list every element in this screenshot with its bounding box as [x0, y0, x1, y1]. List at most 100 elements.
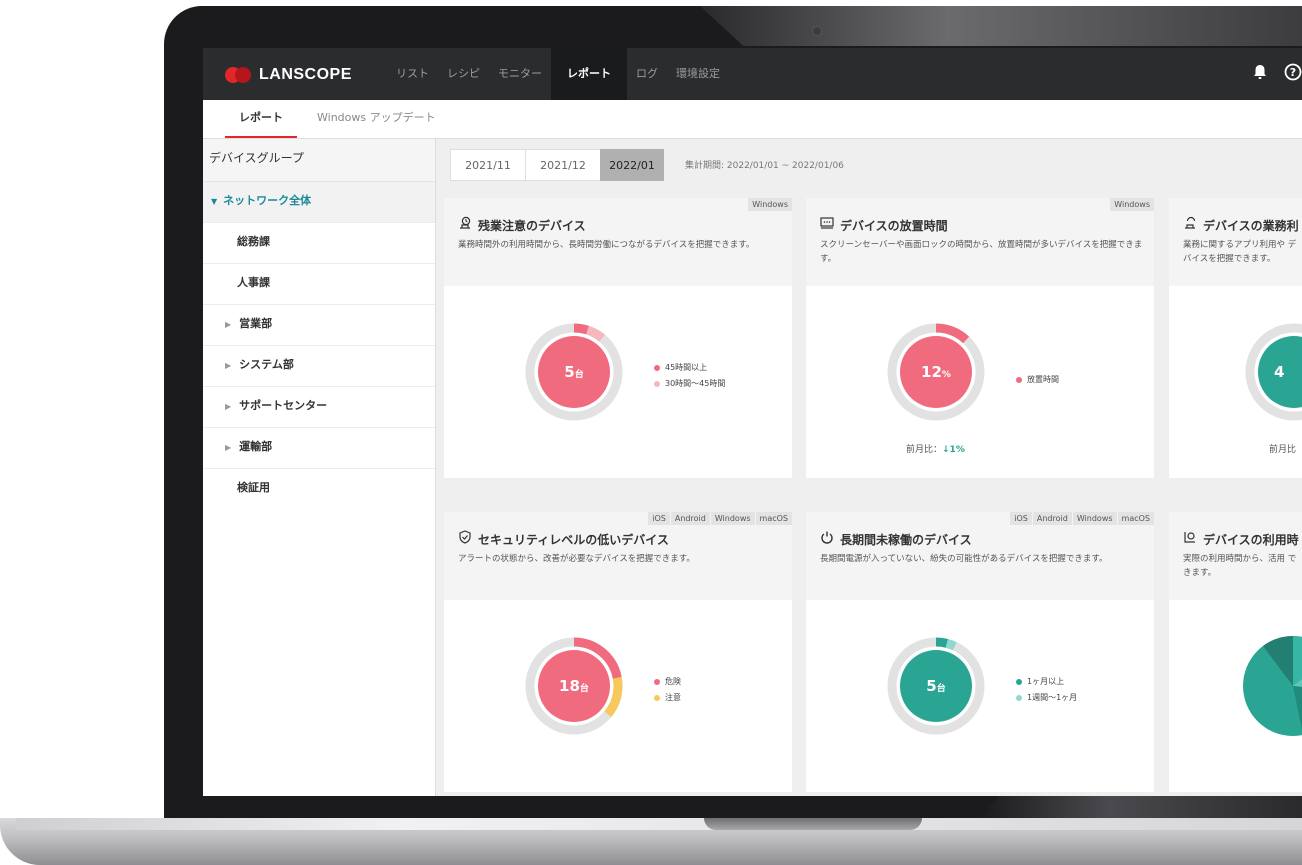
device-group-sidebar: デバイスグループ ▼ ネットワーク全体 総務課 人事課 ▶ 営業部 ▶ システム部 ▶… [203, 139, 436, 796]
sidebar-item-system[interactable]: ▶ システム部 [203, 346, 435, 387]
sidebar-item-transport[interactable]: ▶ 運輸部 [203, 428, 435, 469]
sidebar-item-general-affairs[interactable]: 総務課 [203, 223, 435, 264]
chart-legend: 1ヶ月以上 1週間～1ヶ月 [1016, 674, 1077, 706]
sidebar-item-sales[interactable]: ▶ 営業部 [203, 305, 435, 346]
card-title-text: デバイスの放置時間 [840, 219, 948, 233]
sidebar-item-hr[interactable]: 人事課 [203, 264, 435, 305]
card-usage-time[interactable]: デバイスの利用時 実際の利用時間から、活用 できます。 [1169, 512, 1302, 792]
compare-value: ↓1% [942, 445, 965, 455]
legend-label: 放置時間 [1027, 375, 1059, 384]
center-unit: 台 [574, 370, 584, 380]
os-tag: iOS [648, 512, 670, 525]
tab-windows-update[interactable]: Windows アップデート [317, 100, 436, 138]
period-2021-11[interactable]: 2021/11 [450, 149, 526, 181]
card-title: セキュリティレベルの低いデバイス [458, 530, 669, 548]
main-nav: リスト レシピ モニター レポート ログ 環境設定 [387, 48, 729, 100]
card-description: 長期間電源が入っていない、紛失の可能性があるデバイスを把握できます。 [820, 554, 1108, 564]
caret-right-icon[interactable]: ▶ [225, 402, 231, 411]
card-header: iOS Android Windows macOS セキュリティレベルの低いデバ… [444, 512, 792, 600]
os-tag: macOS [1117, 512, 1154, 525]
legend-item: 注意 [654, 690, 681, 706]
os-tags: Windows [1110, 198, 1154, 211]
legend-label: 注意 [665, 693, 681, 702]
card-business-usage[interactable]: デバイスの業務利 業務に関するアプリ利用や デバイスを把握できます。 4 前月比 [1169, 198, 1302, 478]
center-unit: % [941, 370, 951, 380]
overtime-clock-icon [458, 216, 474, 233]
card-long-inactive[interactable]: iOS Android Windows macOS 長期間未稼働のデバイス 長期… [806, 512, 1154, 792]
nav-item-settings[interactable]: 環境設定 [667, 48, 729, 100]
card-header: Windows デバイスの放置時間 スクリーンセーバーや画面ロックの時間から、放… [806, 198, 1154, 286]
card-low-security[interactable]: iOS Android Windows macOS セキュリティレベルの低いデバ… [444, 512, 792, 792]
nav-item-list[interactable]: リスト [387, 48, 438, 100]
period-2021-12[interactable]: 2021/12 [525, 149, 601, 181]
laptop-notch [704, 818, 922, 830]
card-header: iOS Android Windows macOS 長期間未稼働のデバイス 長期… [806, 512, 1154, 600]
brand-logo[interactable]: LANSCOPE [225, 66, 352, 84]
card-header: デバイスの利用時 実際の利用時間から、活用 できます。 [1169, 512, 1302, 600]
card-overtime[interactable]: Windows 残業注意のデバイス 業務時間外の利用時間から、長時間労働につなが… [444, 198, 792, 478]
card-description: 業務時間外の利用時間から、長時間労働につながるデバイスを把握できます。 [458, 240, 755, 250]
period-2022-01[interactable]: 2022/01 [600, 149, 664, 181]
card-idle-time[interactable]: Windows デバイスの放置時間 スクリーンセーバーや画面ロックの時間から、放… [806, 198, 1154, 478]
donut-chart[interactable]: 18台 [524, 636, 624, 736]
legend-label: 30時間～45時間 [665, 379, 726, 388]
os-tag: Windows [1072, 512, 1117, 525]
nav-item-report[interactable]: レポート [551, 48, 627, 100]
card-description: 実際の利用時間から、活用 できます。 [1183, 554, 1297, 578]
center-unit: 台 [579, 684, 589, 694]
donut-chart[interactable]: 5台 [886, 636, 986, 736]
donut-chart[interactable]: 4 [1244, 322, 1302, 422]
center-number: 4 [1274, 363, 1285, 381]
sidebar-item-label: 営業部 [239, 317, 273, 330]
header-icons: ? [1252, 63, 1302, 85]
center-unit: 台 [936, 684, 946, 694]
nav-item-recipe[interactable]: レシピ [438, 48, 489, 100]
sidebar-item-root[interactable]: ▼ ネットワーク全体 [203, 182, 435, 223]
os-tag: Android [670, 512, 710, 525]
caret-right-icon[interactable]: ▶ [225, 361, 231, 370]
donut-center-value: 5台 [524, 322, 624, 422]
card-title: デバイスの利用時 [1183, 530, 1299, 548]
caret-right-icon[interactable]: ▶ [225, 443, 231, 452]
shield-check-icon [458, 530, 474, 547]
sidebar-item-support[interactable]: ▶ サポートセンター [203, 387, 435, 428]
legend-item: 30時間～45時間 [654, 376, 725, 392]
svg-text:?: ? [1290, 66, 1296, 79]
pie-slice [1293, 636, 1302, 686]
help-icon[interactable]: ? [1284, 63, 1302, 85]
nav-item-log[interactable]: ログ [627, 48, 667, 100]
card-title: 長期間未稼働のデバイス [820, 530, 972, 548]
business-usage-icon [1183, 216, 1199, 233]
donut-center-value: 18台 [524, 636, 624, 736]
brand-name: LANSCOPE [259, 66, 352, 83]
legend-item: 45時間以上 [654, 360, 725, 376]
card-description: スクリーンセーバーや画面ロックの時間から、放置時間が多いデバイスを把握できます。 [820, 240, 1143, 264]
card-title-text: デバイスの利用時 [1203, 533, 1299, 547]
donut-chart[interactable]: 12% [886, 322, 986, 422]
caret-right-icon[interactable]: ▶ [225, 320, 231, 329]
center-number: 18 [559, 677, 580, 695]
pie-chart[interactable] [1243, 636, 1302, 736]
os-tag: Windows [748, 198, 792, 211]
center-number: 5 [564, 363, 575, 381]
card-header: デバイスの業務利 業務に関するアプリ利用や デバイスを把握できます。 [1169, 198, 1302, 286]
caret-down-icon: ▼ [211, 197, 218, 206]
legend-dot [654, 678, 660, 685]
legend-dot [1016, 376, 1022, 383]
legend-label: 45時間以上 [665, 363, 708, 372]
card-title: 残業注意のデバイス [458, 216, 586, 234]
nav-item-monitor[interactable]: モニター [489, 48, 551, 100]
donut-chart[interactable]: 5台 [524, 322, 624, 422]
bell-icon[interactable] [1252, 63, 1268, 85]
card-title-text: セキュリティレベルの低いデバイス [478, 533, 669, 547]
card-title: デバイスの放置時間 [820, 216, 948, 234]
card-title-text: 長期間未稼働のデバイス [840, 533, 972, 547]
month-over-month: 前月比 [1269, 445, 1297, 455]
sidebar-item-verification[interactable]: 検証用 [203, 469, 435, 510]
card-header: Windows 残業注意のデバイス 業務時間外の利用時間から、長時間労働につなが… [444, 198, 792, 286]
chart-legend: 45時間以上 30時間～45時間 [654, 360, 725, 392]
card-description: 業務に関するアプリ利用や デバイスを把握できます。 [1183, 240, 1297, 264]
tab-report[interactable]: レポート [225, 100, 297, 138]
os-tags: Windows [748, 198, 792, 211]
logo-mark-icon [225, 67, 253, 83]
